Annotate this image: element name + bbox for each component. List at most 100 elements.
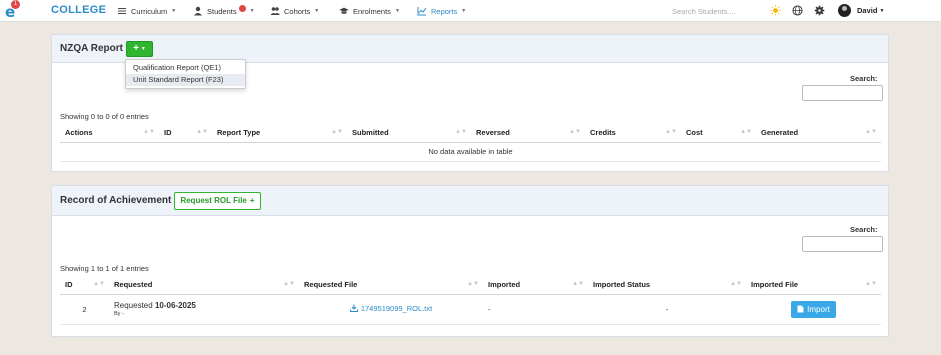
- col-cost-label: Cost: [686, 128, 703, 138]
- col-actions[interactable]: Actions ▲▼: [60, 124, 159, 143]
- record-of-achievement-card: Record of Achievement Request ROL File +…: [51, 185, 889, 337]
- col-imported[interactable]: Imported ▲▼: [483, 276, 588, 295]
- sort-icon: ▲▼: [93, 281, 105, 287]
- nav-cohorts[interactable]: Cohorts ▼: [270, 6, 319, 16]
- rol-title: Record of Achievement: [60, 195, 172, 206]
- row-requested: Requested 10-06-2025 By -: [109, 294, 299, 325]
- rol-search-input[interactable]: [802, 236, 883, 252]
- globe-icon[interactable]: [792, 5, 803, 16]
- nav-students-label: Students: [207, 6, 237, 16]
- sort-icon: ▲▼: [569, 129, 581, 135]
- notification-badge[interactable]: 1: [11, 0, 20, 9]
- nav-reports-label: Reports: [431, 6, 458, 16]
- file-icon: [797, 305, 804, 313]
- row-imported-file: Import: [746, 294, 881, 325]
- nzqa-report-title: NZQA Report: [60, 43, 123, 54]
- menu-icon: [118, 8, 126, 14]
- nav-reports[interactable]: Reports ▼: [417, 6, 466, 16]
- col-cost[interactable]: Cost ▲▼: [681, 124, 756, 143]
- download-icon: [349, 304, 358, 313]
- import-button[interactable]: Import: [791, 300, 836, 318]
- requested-by: By -: [114, 310, 124, 317]
- download-file-link[interactable]: 1749519099_ROL.txt: [349, 303, 433, 313]
- chevron-down-icon: ▼: [879, 7, 885, 14]
- download-file-name: 1749519099_ROL.txt: [360, 303, 433, 313]
- sort-icon: ▲▼: [740, 129, 752, 135]
- row-imported-status: -: [588, 294, 746, 325]
- rol-table: ID ▲▼ Requested ▲▼ Requested File ▲▼ Import…: [60, 276, 881, 325]
- col-imported-status-label: Imported Status: [593, 280, 651, 290]
- sort-icon: ▲▼: [730, 281, 742, 287]
- sort-icon: ▲▼: [331, 129, 343, 135]
- col-imported-status[interactable]: Imported Status ▲▼: [588, 276, 746, 295]
- col-generated[interactable]: Generated ▲▼: [756, 124, 881, 143]
- col-actions-label: Actions: [65, 128, 93, 138]
- col-requested[interactable]: Requested ▲▼: [109, 276, 299, 295]
- chevron-down-icon: ▼: [461, 8, 467, 14]
- col-reversed[interactable]: Reversed ▲▼: [471, 124, 585, 143]
- col-credits-label: Credits: [590, 128, 616, 138]
- sort-icon: ▲▼: [865, 129, 877, 135]
- user-icon: [194, 6, 202, 16]
- col-submitted[interactable]: Submitted ▲▼: [347, 124, 471, 143]
- nzqa-search-input[interactable]: [802, 85, 883, 101]
- nzqa-report-card: NZQA Report + ▼ Search: Showing 0 to 0 o…: [51, 34, 889, 172]
- plus-icon: +: [249, 196, 255, 205]
- col-requested-label: Requested: [114, 280, 153, 290]
- col-id[interactable]: ID ▲▼: [60, 276, 109, 295]
- col-credits[interactable]: Credits ▲▼: [585, 124, 681, 143]
- table-row: 2 Requested 10-06-2025 By - 1749519099_R…: [60, 294, 881, 325]
- nav-enrolments[interactable]: Enrolments ▼: [339, 6, 400, 16]
- avatar[interactable]: [838, 4, 851, 17]
- col-submitted-label: Submitted: [352, 128, 389, 138]
- nav-curriculum-label: Curriculum: [131, 6, 168, 16]
- nav-curriculum[interactable]: Curriculum ▼: [117, 6, 176, 16]
- add-report-button[interactable]: + ▼: [125, 40, 153, 57]
- col-imported-file-label: Imported File: [751, 280, 799, 290]
- brand-name[interactable]: COLLEGE: [51, 4, 106, 16]
- sort-icon: ▲▼: [665, 129, 677, 135]
- requested-date: 10-06-2025: [154, 300, 196, 310]
- col-id[interactable]: ID ▲▼: [159, 124, 212, 143]
- row-requested-file: 1749519099_ROL.txt: [299, 294, 483, 325]
- table-header-row: Actions ▲▼ ID ▲▼ Report Type ▲▼ Submitted ▲▼…: [60, 124, 881, 143]
- sort-icon: ▲▼: [467, 281, 479, 287]
- student-search-input[interactable]: [672, 4, 758, 18]
- chevron-down-icon: ▼: [171, 8, 177, 14]
- plus-icon: +: [133, 43, 139, 54]
- col-imported-label: Imported: [488, 280, 521, 290]
- nav-enrolments-label: Enrolments: [353, 6, 391, 16]
- chevron-down-icon: ▼: [249, 8, 255, 14]
- sort-icon: ▲▼: [865, 281, 877, 287]
- app-logo[interactable]: e 1: [4, 0, 22, 21]
- col-imported-file[interactable]: Imported File ▲▼: [746, 276, 881, 295]
- chevron-down-icon: ▼: [314, 8, 320, 14]
- table-row: No data available in table: [60, 142, 881, 162]
- graduation-cap-icon: [339, 7, 349, 14]
- user-menu[interactable]: David ▼: [857, 6, 884, 15]
- col-reversed-label: Reversed: [476, 128, 510, 138]
- chevron-down-icon: ▼: [394, 8, 400, 14]
- menu-item-unit-standard-report[interactable]: Unit Standard Report (F23): [126, 74, 245, 86]
- menu-item-qualification-report[interactable]: Qualification Report (QE1): [126, 62, 245, 74]
- sort-icon: ▲▼: [572, 281, 584, 287]
- nzqa-search-label: Search:: [850, 74, 878, 83]
- col-report-type[interactable]: Report Type ▲▼: [212, 124, 347, 143]
- nav-students[interactable]: Students ▼: [193, 5, 255, 16]
- students-badge: [238, 5, 246, 12]
- top-navbar: e 1 COLLEGE Curriculum ▼ Students ▼ Coho…: [0, 0, 941, 22]
- col-id-label: ID: [65, 280, 73, 290]
- gear-icon[interactable]: [814, 5, 825, 16]
- sort-icon: ▲▼: [455, 129, 467, 135]
- col-requested-file[interactable]: Requested File ▲▼: [299, 276, 483, 295]
- user-name-label: David: [857, 6, 878, 15]
- request-rol-file-button[interactable]: Request ROL File +: [174, 191, 261, 210]
- empty-table-message: No data available in table: [60, 142, 881, 162]
- rol-card-header: Record of Achievement Request ROL File +: [52, 186, 888, 216]
- rol-search-label: Search:: [850, 225, 878, 234]
- chevron-down-icon: ▼: [140, 45, 146, 52]
- nzqa-entries-info: Showing 0 to 0 of 0 entries: [60, 112, 149, 121]
- nav-cohorts-label: Cohorts: [284, 6, 311, 16]
- sun-icon[interactable]: [770, 5, 781, 16]
- report-type-dropdown: Qualification Report (QE1) Unit Standard…: [125, 59, 246, 89]
